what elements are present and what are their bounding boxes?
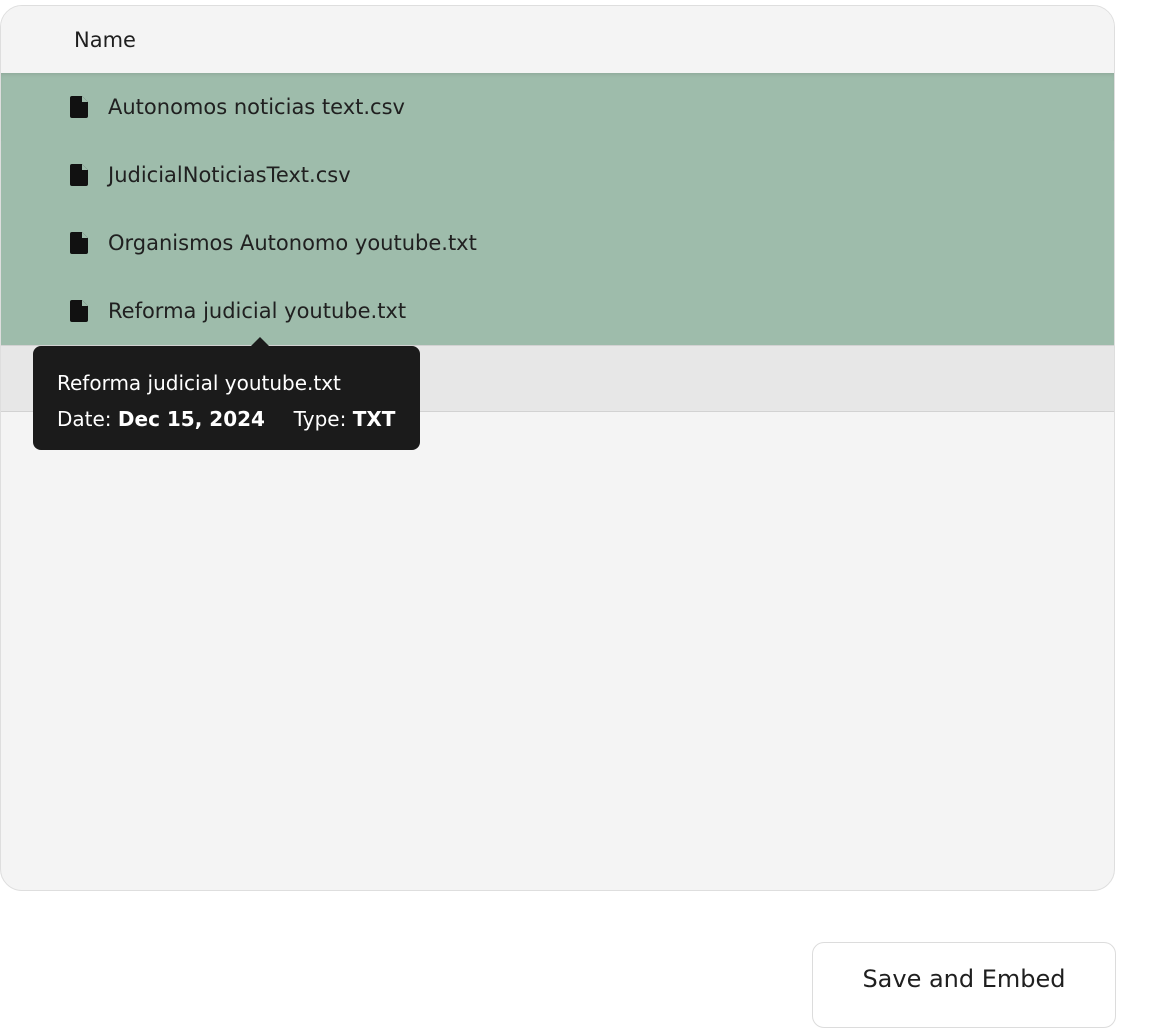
tooltip-arrow — [250, 337, 270, 347]
file-icon — [70, 232, 88, 254]
table-header: Name — [1, 6, 1114, 73]
tooltip-date-value: Dec 15, 2024 — [117, 407, 265, 431]
file-tooltip: Reforma judicial youtube.txt Date: Dec 1… — [33, 337, 420, 450]
tooltip-details: Date: Dec 15, 2024 Type: TXT — [57, 401, 420, 437]
file-row[interactable]: Organismos Autonomo youtube.txt — [1, 209, 1114, 277]
file-name: Autonomos noticias text.csv — [108, 95, 405, 119]
file-row[interactable]: Autonomos noticias text.csv — [1, 73, 1114, 141]
file-name: Reforma judicial youtube.txt — [108, 299, 407, 323]
file-icon — [70, 164, 88, 186]
file-icon — [70, 96, 88, 118]
file-row[interactable]: Reforma judicial youtube.txt — [1, 277, 1114, 345]
save-and-embed-button[interactable]: Save and Embed — [812, 942, 1116, 1028]
tooltip-type-label: Type: — [293, 407, 347, 431]
file-row[interactable]: JudicialNoticiasText.csv — [1, 141, 1114, 209]
file-icon — [70, 300, 88, 322]
file-name: Organismos Autonomo youtube.txt — [108, 231, 477, 255]
tooltip-type-value: TXT — [352, 407, 396, 431]
file-name: JudicialNoticiasText.csv — [108, 163, 351, 187]
tooltip-date-label: Date: — [57, 407, 112, 431]
tooltip-title: Reforma judicial youtube.txt — [57, 371, 341, 395]
name-column-header[interactable]: Name — [74, 28, 136, 52]
